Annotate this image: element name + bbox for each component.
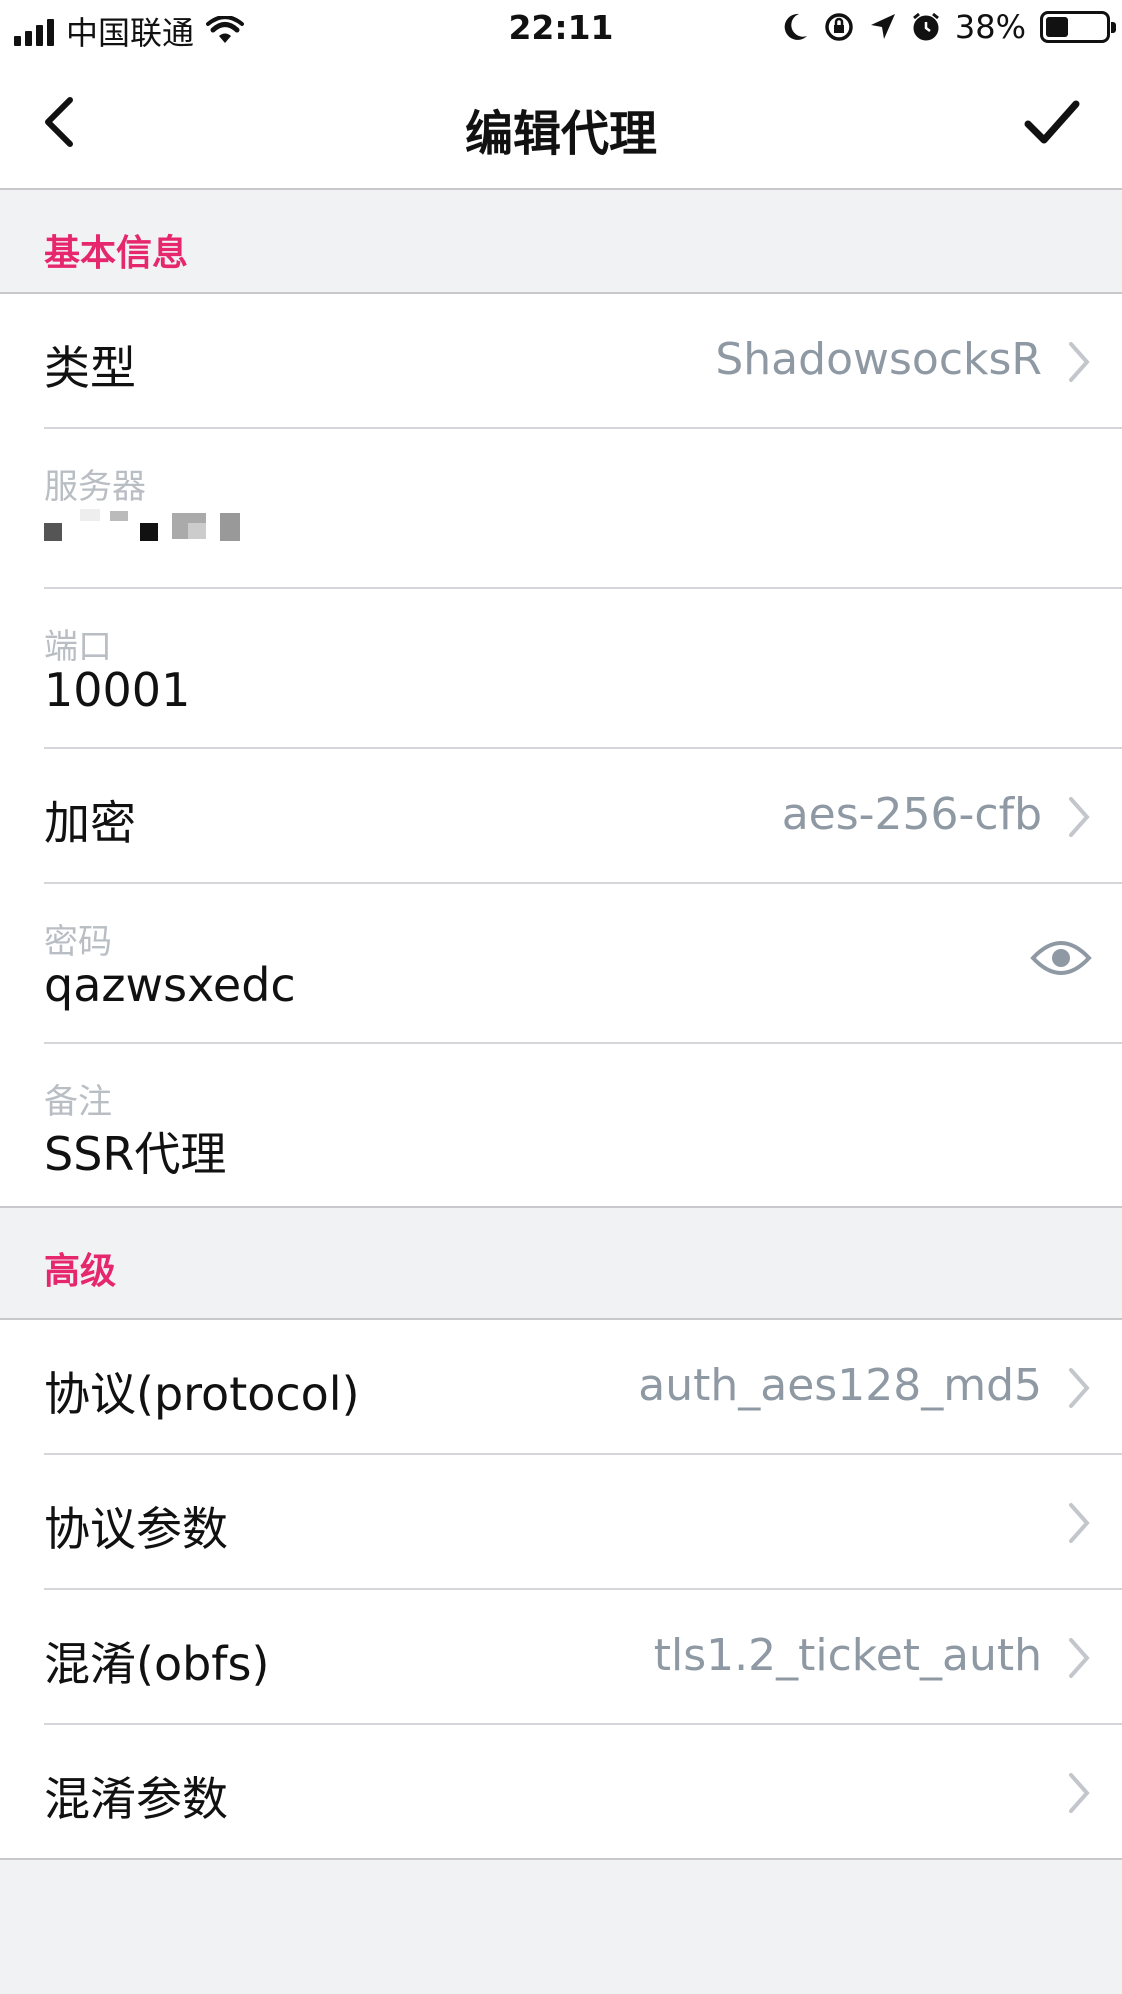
row-encryption[interactable]: 加密 aes-256-cfb <box>44 749 1122 884</box>
row-port[interactable]: 端口 10001 <box>44 589 1122 749</box>
chevron-right-icon <box>1069 1638 1090 1678</box>
type-value: ShadowsocksR <box>715 334 1042 385</box>
port-label: 端口 <box>44 627 112 667</box>
location-icon <box>870 14 895 39</box>
battery-icon <box>1040 11 1116 43</box>
row-obfs-param[interactable]: 混淆参数 <box>44 1725 1122 1860</box>
server-label: 服务器 <box>44 467 146 507</box>
encryption-label: 加密 <box>44 796 136 850</box>
chevron-right-icon <box>1069 1773 1090 1813</box>
chevron-right-icon <box>1069 1368 1090 1408</box>
advanced-group: 协议(protocol) auth_aes128_md5 协议参数 混淆(obf… <box>0 1318 1122 1860</box>
server-value-redacted[interactable] <box>40 509 300 549</box>
encryption-value: aes-256-cfb <box>781 789 1042 840</box>
type-label: 类型 <box>44 341 136 395</box>
row-obfs[interactable]: 混淆(obfs) tls1.2_ticket_auth <box>44 1590 1122 1725</box>
password-value[interactable]: qazwsxedc <box>44 958 296 1012</box>
row-protocol-param[interactable]: 协议参数 <box>44 1455 1122 1590</box>
row-type[interactable]: 类型 ShadowsocksR <box>44 294 1122 429</box>
row-protocol[interactable]: 协议(protocol) auth_aes128_md5 <box>44 1320 1122 1455</box>
chevron-right-icon <box>1069 1503 1090 1543</box>
status-right: 38% <box>783 8 1116 46</box>
status-bar: 中国联通 22:11 38% <box>0 0 1122 56</box>
checkmark-icon[interactable] <box>1022 94 1082 150</box>
section-header-advanced: 高级 <box>0 1208 1122 1312</box>
page-title: 编辑代理 <box>464 106 657 162</box>
chevron-right-icon <box>1069 342 1090 382</box>
basic-group: 类型 ShadowsocksR 服务器 端口 10001 加密 aes-256-… <box>0 292 1122 1208</box>
chevron-right-icon <box>1069 797 1090 837</box>
rotation-lock-icon <box>825 13 853 41</box>
section-title-basic: 基本信息 <box>44 233 189 274</box>
protocol-label: 协议(protocol) <box>44 1367 360 1421</box>
protocol-value: auth_aes128_md5 <box>638 1360 1042 1411</box>
row-remark[interactable]: 备注 SSR代理 <box>44 1044 1122 1204</box>
port-value[interactable]: 10001 <box>44 663 190 717</box>
section-title-advanced: 高级 <box>44 1251 117 1292</box>
bottom-background <box>0 1860 1122 1994</box>
section-header-basic: 基本信息 <box>0 190 1122 294</box>
row-password[interactable]: 密码 qazwsxedc <box>44 884 1122 1044</box>
alarm-icon <box>912 12 939 41</box>
battery-percent: 38% <box>954 8 1026 46</box>
password-label: 密码 <box>44 922 112 962</box>
remark-value[interactable]: SSR代理 <box>44 1118 226 1184</box>
obfs-label: 混淆(obfs) <box>44 1637 270 1691</box>
eye-icon[interactable] <box>1030 936 1092 980</box>
remark-label: 备注 <box>44 1082 112 1122</box>
row-server[interactable]: 服务器 <box>44 429 1122 589</box>
protocol-param-label: 协议参数 <box>44 1502 228 1556</box>
nav-bar: 编辑代理 <box>0 56 1122 190</box>
moon-icon <box>784 13 807 40</box>
obfs-value: tls1.2_ticket_auth <box>653 1630 1042 1681</box>
obfs-param-label: 混淆参数 <box>44 1772 228 1826</box>
screen: 中国联通 22:11 38% 编辑代理 基本信息 类型 ShadowsocksR… <box>0 0 1122 1994</box>
